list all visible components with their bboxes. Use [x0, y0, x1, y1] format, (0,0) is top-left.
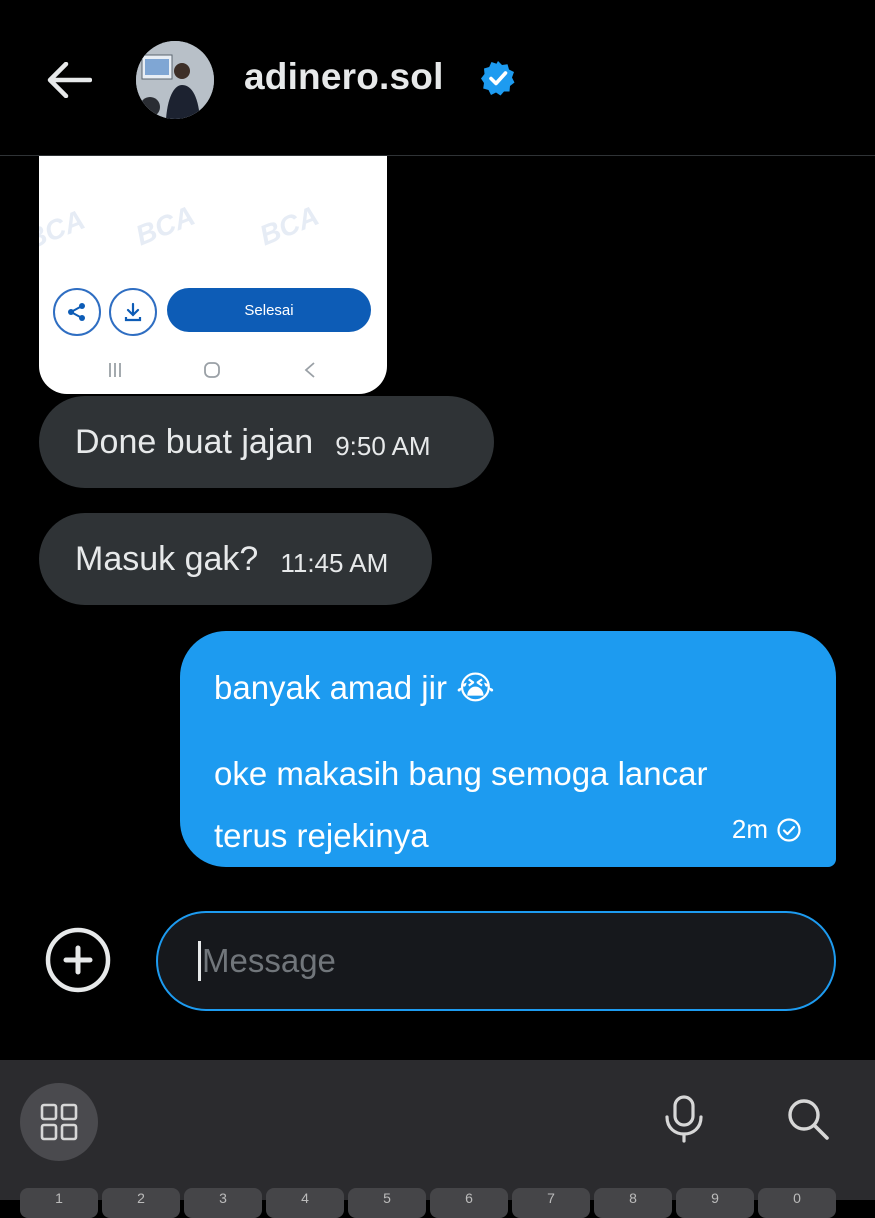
message-time: 11:45 AM: [280, 547, 389, 578]
message-input[interactable]: Message: [156, 911, 836, 1011]
share-icon: [68, 303, 85, 321]
message-text-line: [214, 719, 802, 743]
keyboard-key[interactable]: 7: [512, 1188, 590, 1218]
watermark-text: BCA: [131, 199, 200, 252]
keyboard-search-button[interactable]: [782, 1093, 834, 1145]
selesai-button[interactable]: Selesai: [167, 288, 371, 332]
message-text-line: banyak amad jir 😭: [214, 669, 495, 706]
message-text-line: terus rejekinya: [214, 817, 429, 854]
keyboard-key[interactable]: 6: [430, 1188, 508, 1218]
back-icon: [304, 362, 315, 378]
watermark-text: BCA: [255, 199, 324, 252]
message-text: Masuk gak?: [75, 539, 259, 578]
check-circle-icon: [777, 817, 801, 842]
avatar-photo: [136, 41, 214, 119]
back-button[interactable]: [44, 55, 94, 105]
image-attachment[interactable]: BCA BCA BCA BCA BCA Selesai: [39, 156, 387, 394]
text-caret: [198, 941, 201, 981]
keyboard-key[interactable]: 4: [266, 1188, 344, 1218]
microphone-icon: [665, 1095, 703, 1143]
add-attachment-button[interactable]: [44, 926, 112, 994]
search-icon: [788, 1099, 829, 1140]
verified-badge-icon: [481, 61, 515, 96]
avatar[interactable]: [136, 41, 214, 119]
message-text-line: oke makasih bang semoga lancar: [214, 755, 708, 792]
message-bubble-outgoing[interactable]: banyak amad jir 😭 oke makasih bang semog…: [180, 631, 836, 867]
recents-icon: [109, 363, 121, 377]
keyboard-key[interactable]: 1: [20, 1188, 98, 1218]
share-button[interactable]: [53, 288, 101, 336]
keyboard-key[interactable]: 9: [676, 1188, 754, 1218]
keyboard-key[interactable]: 5: [348, 1188, 426, 1218]
watermark-text: BCA: [39, 203, 90, 256]
keyboard-toolbar: [0, 1060, 875, 1200]
message-text: Done buat jajan: [75, 422, 314, 461]
watermark-text: BCA: [122, 156, 176, 162]
keyboard-apps-button[interactable]: [20, 1083, 98, 1161]
message-meta: 2m: [732, 814, 802, 845]
keyboard-key[interactable]: 3: [184, 1188, 262, 1218]
download-button[interactable]: [109, 288, 157, 336]
keyboard-key[interactable]: 0: [758, 1188, 836, 1218]
conversation-username[interactable]: adinero.sol: [244, 56, 444, 98]
message-bubble-incoming[interactable]: Masuk gak? 11:45 AM: [39, 513, 432, 605]
arrow-left-icon: [47, 62, 92, 98]
message-time: 9:50 AM: [335, 430, 431, 461]
download-icon: [124, 302, 142, 322]
keyboard-key[interactable]: 2: [102, 1188, 180, 1218]
voice-input-button[interactable]: [658, 1093, 710, 1145]
message-bubble-incoming[interactable]: Done buat jajan 9:50 AM: [39, 396, 494, 488]
conversation-header: adinero.sol: [0, 0, 875, 156]
message-input-placeholder: Message: [202, 942, 336, 979]
plus-circle-icon: [45, 927, 111, 993]
home-icon: [204, 362, 220, 378]
message-time: 2m: [731, 814, 768, 844]
apps-grid-icon: [40, 1103, 78, 1141]
message-list[interactable]: BCA BCA BCA BCA BCA Selesai D: [0, 156, 875, 901]
keyboard-key[interactable]: 8: [594, 1188, 672, 1218]
